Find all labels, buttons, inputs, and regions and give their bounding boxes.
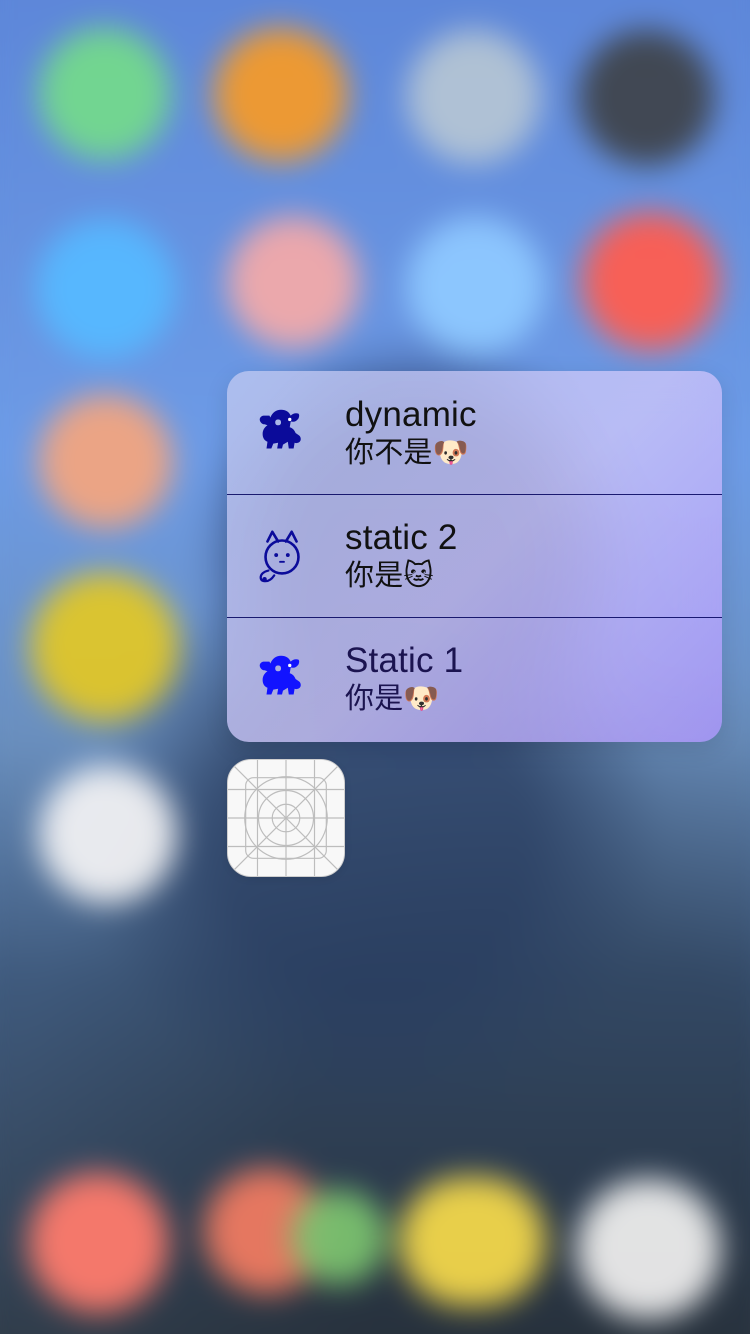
quick-action-subtitle: 你不是🐶 xyxy=(345,436,469,469)
quick-action-dynamic[interactable]: dynamic 你不是🐶 xyxy=(227,371,722,494)
blurred-app-icon xyxy=(578,29,715,166)
app-template-grid-icon xyxy=(228,760,344,876)
quick-action-title: Static 1 xyxy=(345,641,464,681)
blurred-app-icon xyxy=(38,765,177,904)
quick-action-title: dynamic xyxy=(345,394,477,434)
blurred-app-icon xyxy=(581,212,720,351)
blurred-dock-icon xyxy=(399,1176,546,1307)
quick-action-subtitle: 你是🐱 xyxy=(345,560,434,593)
dog-icon xyxy=(227,618,337,740)
blurred-app-icon xyxy=(35,218,176,359)
blurred-app-icon xyxy=(30,572,179,722)
blurred-app-icon xyxy=(213,27,348,162)
quick-action-subtitle: 你是🐶 xyxy=(345,683,440,716)
blurred-app-icon xyxy=(406,216,545,355)
blurred-app-icon xyxy=(38,27,171,160)
quick-action-static-2[interactable]: static 2 你是🐱 xyxy=(227,494,722,617)
blurred-dock-icon xyxy=(576,1178,721,1319)
blurred-app-icon xyxy=(227,216,360,348)
cat-icon xyxy=(227,495,337,617)
quick-actions-menu: dynamic 你不是🐶 static 2 你是🐱 Static 1 你是🐶 xyxy=(227,371,722,742)
blurred-dock-icon xyxy=(291,1189,387,1285)
blurred-dock-icon xyxy=(28,1172,169,1313)
blurred-app-icon xyxy=(38,394,173,529)
app-icon[interactable] xyxy=(227,759,345,877)
dog-icon xyxy=(227,371,337,494)
quick-action-static-1[interactable]: Static 1 你是🐶 xyxy=(227,617,722,740)
blurred-app-icon xyxy=(406,29,541,164)
quick-action-title: static 2 xyxy=(345,518,458,558)
